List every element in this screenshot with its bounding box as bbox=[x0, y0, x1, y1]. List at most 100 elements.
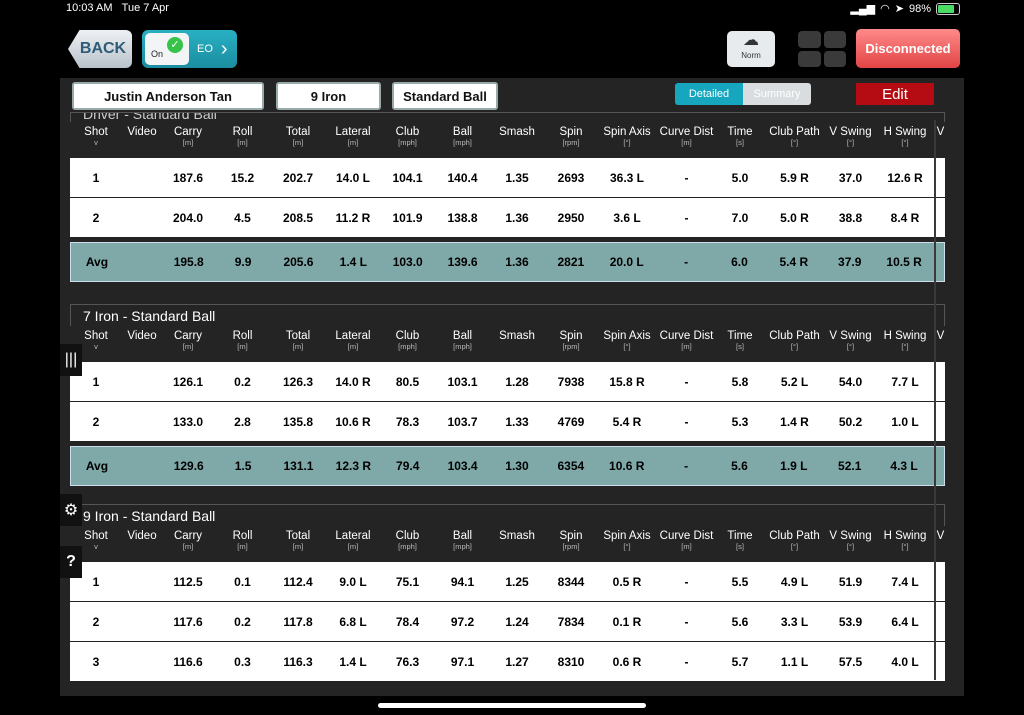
table-cell: - bbox=[684, 374, 689, 389]
menu-handle-icon[interactable]: ||| bbox=[60, 344, 82, 376]
column-header: H Swing [°] bbox=[874, 326, 936, 362]
table-cell: 2 bbox=[92, 614, 100, 629]
table-cell: 3.6 L bbox=[613, 210, 641, 225]
column-label: Time bbox=[727, 330, 753, 342]
table-cell: 3.3 L bbox=[780, 614, 809, 629]
column-label: Lateral bbox=[335, 330, 371, 342]
tab-summary[interactable]: Summary bbox=[743, 83, 811, 105]
club-select[interactable]: 9 Iron bbox=[276, 82, 381, 110]
column-header: Spin [rpm] bbox=[543, 122, 599, 158]
average-row: Avg 195.8 9.9 205.6 1.4 L 103.0 139.6 1.36 2821 2… bbox=[70, 242, 945, 282]
norm-button[interactable]: ☁ Norm bbox=[727, 31, 775, 67]
average-cell: 2821 bbox=[557, 255, 585, 269]
average-cell: 139.6 bbox=[447, 255, 478, 269]
column-label: V Swing bbox=[829, 530, 872, 542]
column-header: Carry [m] bbox=[162, 326, 214, 362]
column-header: H Swing [°] bbox=[874, 122, 936, 158]
column-label: Club bbox=[395, 126, 420, 138]
average-cell: 195.8 bbox=[173, 255, 204, 269]
tab-detailed[interactable]: Detailed bbox=[675, 83, 743, 105]
table-cell: 135.8 bbox=[282, 414, 314, 429]
table-cell: 104.1 bbox=[392, 170, 423, 185]
average-cell: 10.5 R bbox=[886, 255, 922, 269]
table-cell: 4.5 bbox=[234, 210, 251, 225]
column-label: Video bbox=[127, 126, 157, 138]
column-header: Total [m] bbox=[271, 122, 325, 158]
table-cell: 117.6 bbox=[173, 614, 203, 629]
table-cell: 8310 bbox=[557, 654, 585, 669]
column-unit: [m] bbox=[292, 138, 304, 147]
column-header[interactable]: Shot v bbox=[70, 122, 122, 158]
average-cell: 1.4 L bbox=[339, 255, 368, 269]
column-label: Time bbox=[727, 530, 753, 542]
average-cell: 6.0 bbox=[731, 255, 748, 269]
help-icon[interactable]: ? bbox=[60, 546, 82, 578]
edit-button[interactable]: Edit bbox=[856, 83, 934, 105]
column-label: Carry bbox=[173, 126, 203, 138]
cloud-sync-icon: ☁ bbox=[743, 32, 759, 49]
column-label: Spin Axis bbox=[603, 126, 651, 138]
table-cell: 75.1 bbox=[395, 574, 420, 589]
column-unit: [m] bbox=[681, 342, 692, 351]
column-header: Spin [rpm] bbox=[543, 326, 599, 362]
column-header: Total [m] bbox=[271, 526, 325, 562]
table-cell: 36.3 L bbox=[609, 170, 645, 185]
back-button[interactable]: BACK bbox=[68, 30, 132, 68]
player-select[interactable]: Justin Anderson Tan bbox=[72, 82, 264, 110]
column-label: Video bbox=[127, 530, 157, 542]
column-label: Club Path bbox=[769, 126, 820, 138]
table-cell: 97.1 bbox=[450, 654, 475, 669]
table-row[interactable]: 3 116.6 0.3 116.3 1.4 L 76.3 97.1 1.27 8310 0.6 R… bbox=[70, 642, 945, 682]
average-cell: - bbox=[684, 255, 689, 269]
column-header: Lateral [m] bbox=[325, 326, 381, 362]
column-header: Carry [m] bbox=[162, 122, 214, 158]
average-cell: 79.4 bbox=[396, 459, 420, 473]
table-cell: 5.9 R bbox=[780, 170, 809, 185]
layout-grid-button[interactable] bbox=[798, 31, 846, 67]
column-label: Roll bbox=[232, 330, 253, 342]
table-row[interactable]: 2 133.0 2.8 135.8 10.6 R 78.3 103.7 1.33 4769 5.4… bbox=[70, 402, 945, 442]
table-row[interactable]: 2 204.0 4.5 208.5 11.2 R 101.9 138.8 1.36 2950 3.… bbox=[70, 198, 945, 238]
table-cell: 54.0 bbox=[838, 374, 863, 389]
column-unit: [°] bbox=[790, 542, 799, 551]
table-cell: 6.4 L bbox=[891, 614, 919, 629]
eo-toggle-button[interactable]: On ✓ EO › bbox=[142, 30, 237, 68]
table-cell: 187.6 bbox=[172, 170, 204, 185]
average-cell: 131.1 bbox=[283, 459, 314, 473]
table-cell: 78.3 bbox=[395, 414, 420, 429]
column-label: V Swing bbox=[829, 126, 872, 138]
shot-group: Driver - Standard Ball Shot v Video Carry [m]… bbox=[70, 112, 945, 282]
average-cell: 4.3 L bbox=[890, 459, 918, 473]
column-unit: [mph] bbox=[453, 342, 472, 351]
battery-icon bbox=[936, 2, 960, 15]
column-unit: [rpm] bbox=[562, 138, 580, 147]
average-cell: 37.9 bbox=[838, 255, 862, 269]
scrollbar[interactable] bbox=[934, 120, 936, 680]
battery-percent: 98% bbox=[908, 2, 931, 15]
column-header: Carry [m] bbox=[162, 526, 214, 562]
connection-status-button[interactable]: Disconnected bbox=[856, 29, 960, 68]
ball-select[interactable]: Standard Ball bbox=[392, 82, 498, 110]
shot-group: 9 Iron - Standard Ball Shot v Video Carry [m]… bbox=[70, 504, 945, 682]
table-cell: - bbox=[684, 614, 689, 629]
table-row[interactable]: 1 126.1 0.2 126.3 14.0 R 80.5 103.1 1.28 7938 15.… bbox=[70, 362, 945, 402]
column-header: Spin Axis [°] bbox=[599, 326, 655, 362]
gear-icon[interactable]: ⚙ bbox=[60, 494, 82, 526]
table-row[interactable]: 1 187.6 15.2 202.7 14.0 L 104.1 140.4 1.35 2693 3… bbox=[70, 158, 945, 198]
table-cell: 0.5 R bbox=[612, 574, 642, 589]
column-unit: [mph] bbox=[398, 138, 417, 147]
column-unit: [°] bbox=[846, 138, 855, 147]
average-cell: 52.1 bbox=[838, 459, 862, 473]
table-row[interactable]: 2 117.6 0.2 117.8 6.8 L 78.4 97.2 1.24 7834 0.1 R… bbox=[70, 602, 945, 642]
table-row[interactable]: 1 112.5 0.1 112.4 9.0 L 75.1 94.1 1.25 8344 0.5 R… bbox=[70, 562, 945, 602]
average-cell: Avg bbox=[85, 459, 109, 473]
table-cell: 51.9 bbox=[838, 574, 863, 589]
table-cell: 1.33 bbox=[505, 414, 529, 429]
column-header: Roll [m] bbox=[214, 122, 271, 158]
table-cell: 0.2 bbox=[234, 614, 251, 629]
column-header: Ball [mph] bbox=[434, 326, 491, 362]
table-cell: 202.7 bbox=[282, 170, 314, 185]
table-cell: 80.5 bbox=[395, 374, 420, 389]
average-cell: 12.3 R bbox=[335, 459, 372, 473]
column-unit: [m] bbox=[347, 138, 359, 147]
